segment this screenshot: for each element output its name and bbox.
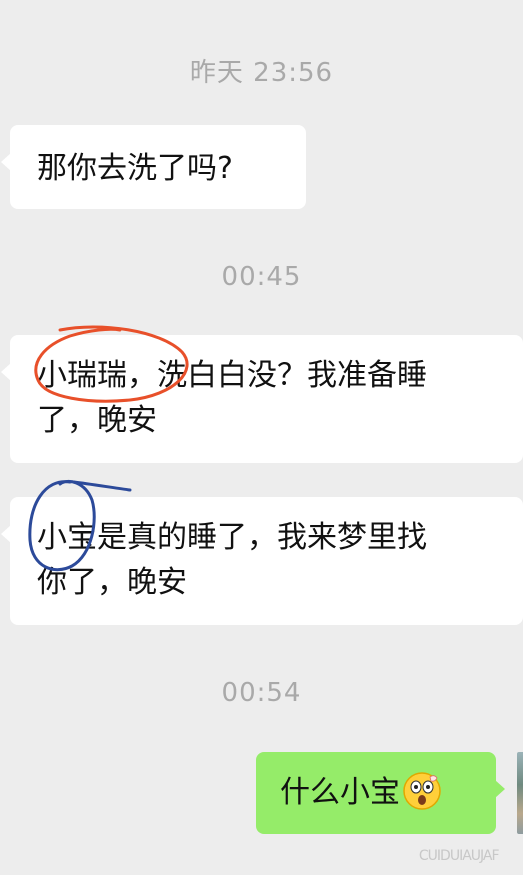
message-text-line: 了，晚安 [37, 403, 157, 438]
message-bubble-incoming[interactable]: 那你去洗了吗? [1, 125, 306, 209]
user-avatar[interactable] [517, 752, 523, 834]
message-text-line: 小宝是真的睡了，我来梦里找 [37, 520, 427, 555]
message-bubble-incoming[interactable]: 小宝是真的睡了，我来梦里找 你了，晚安 [1, 497, 523, 625]
message-text: 那你去洗了吗? [37, 151, 233, 186]
timestamp-yesterday: 昨天 23:56 [189, 58, 334, 88]
message-text: 什么小宝 [280, 775, 400, 810]
message-bubble-outgoing[interactable]: 什么小宝 [256, 752, 505, 834]
astonished-face-emoji [403, 771, 441, 810]
message-text-line: 你了，晚安 [37, 565, 187, 600]
message-bubble-incoming[interactable]: 小瑞瑞，洗白白没？我准备睡 了，晚安 [1, 335, 523, 463]
timestamp-0054: 00:54 [221, 678, 302, 708]
timestamp-0045: 00:45 [221, 262, 302, 292]
message-text-line: 小瑞瑞，洗白白没？我准备睡 [37, 358, 427, 393]
watermark: CUIDUIAUJAF [412, 848, 500, 864]
